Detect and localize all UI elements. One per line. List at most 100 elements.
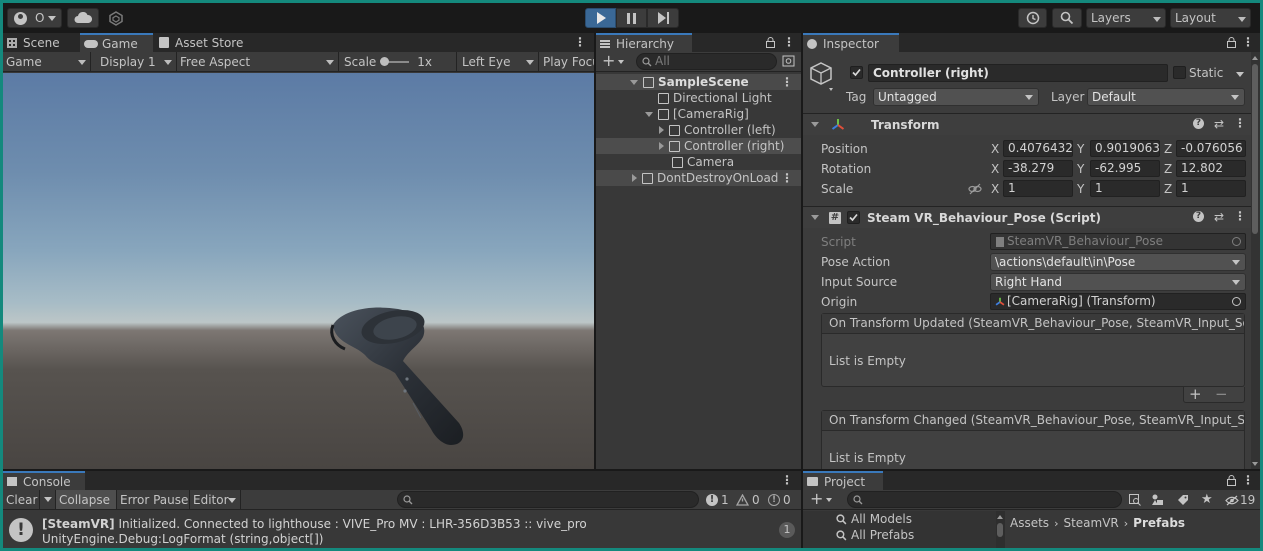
tab-game[interactable]: Game <box>80 33 153 52</box>
inspector-scroll-thumb[interactable] <box>1252 64 1258 234</box>
step-button[interactable] <box>647 8 679 28</box>
position-x-field[interactable]: 0.4076432 <box>1003 140 1073 157</box>
create-dropdown[interactable]: + <box>602 53 628 70</box>
hierarchy-search-input[interactable]: All <box>636 53 777 70</box>
remove-event-button[interactable]: − <box>1215 385 1228 403</box>
editor-dropdown[interactable]: Editor <box>190 490 241 509</box>
tab-inspector[interactable]: Inspector <box>803 33 899 52</box>
tree-item-all-prefabs[interactable]: All Prefabs <box>803 527 1005 543</box>
object-picker-icon[interactable] <box>1232 297 1241 306</box>
search-button[interactable] <box>1052 8 1082 28</box>
fold-arrow-icon[interactable] <box>811 215 819 220</box>
breadcrumb-assets[interactable]: Assets <box>1010 516 1049 530</box>
play-button[interactable] <box>585 8 616 28</box>
scale-slider-handle[interactable] <box>380 56 390 66</box>
console-log-entry[interactable]: ! [SteamVR] Initialized. Connected to li… <box>3 511 801 548</box>
expand-arrow-icon[interactable] <box>630 79 638 85</box>
scroll-up-icon[interactable] <box>1252 56 1258 60</box>
position-z-field[interactable]: -0.076056 <box>1176 140 1246 157</box>
tab-project[interactable]: Project <box>803 471 883 490</box>
inspector-scrollbar[interactable] <box>1251 52 1260 469</box>
active-checkbox[interactable] <box>850 66 863 79</box>
display-mode-dropdown[interactable]: Game <box>3 52 91 71</box>
tab-scene[interactable]: Scene <box>3 33 80 52</box>
pose-action-dropdown[interactable]: \actions\default\in\Pose <box>990 253 1246 271</box>
layers-dropdown[interactable]: Layers <box>1086 8 1166 28</box>
scroll-down-icon[interactable] <box>1252 462 1258 466</box>
hierarchy-item-controller-right[interactable]: Controller (right) <box>596 138 801 154</box>
filter-by-type-icon[interactable] <box>1151 494 1164 509</box>
error-filter-toggle[interactable]: ! 0 <box>765 490 801 509</box>
pose-script-header[interactable]: # Steam VR_Behaviour_Pose (Script) ? ⇄ ⋮ <box>803 206 1252 228</box>
item-menu-icon[interactable]: ⋮ <box>781 75 793 89</box>
static-checkbox[interactable] <box>1173 66 1186 79</box>
display-dropdown[interactable]: Display 1 <box>97 52 177 71</box>
help-icon[interactable]: ? <box>1193 118 1204 129</box>
tab-console[interactable]: Console <box>3 471 85 490</box>
panel-menu-icon[interactable]: ⋮ <box>574 35 586 49</box>
constrain-proportions-icon[interactable] <box>968 183 982 195</box>
inspector-menu-icon[interactable]: ⋮ <box>1242 35 1254 49</box>
add-event-button[interactable]: + <box>1189 385 1202 403</box>
scale-z-field[interactable]: 1 <box>1176 180 1246 197</box>
error-pause-toggle[interactable]: Error Pause <box>117 490 190 509</box>
static-dropdown-icon[interactable] <box>1236 72 1244 77</box>
hierarchy-menu-icon[interactable]: ⋮ <box>783 35 795 49</box>
hierarchy-item-camerarig[interactable]: [CameraRig] <box>596 106 801 122</box>
game-viewport[interactable] <box>3 73 594 469</box>
info-filter-toggle[interactable]: ! 1 <box>703 490 733 509</box>
clear-button[interactable]: Clear <box>3 490 40 509</box>
project-tree-scroll-thumb[interactable] <box>997 523 1003 537</box>
scale-x-field[interactable]: 1 <box>1003 180 1073 197</box>
component-menu-icon[interactable]: ⋮ <box>1234 116 1246 130</box>
play-focused-dropdown[interactable]: Play Focu <box>540 52 594 71</box>
lock-icon[interactable] <box>1227 475 1236 489</box>
scale-y-field[interactable]: 1 <box>1090 180 1160 197</box>
item-menu-icon[interactable]: ⋮ <box>781 171 793 185</box>
fold-arrow-icon[interactable] <box>811 122 819 127</box>
lock-icon[interactable] <box>766 37 775 51</box>
object-name-field[interactable]: Controller (right) <box>868 64 1168 82</box>
hierarchy-item-directional-light[interactable]: Directional Light <box>596 90 801 106</box>
filter-by-label-icon[interactable] <box>1177 494 1189 509</box>
presets-icon[interactable]: ⇄ <box>1214 117 1224 131</box>
hierarchy-item-camera[interactable]: Camera <box>596 154 801 170</box>
project-search-input[interactable] <box>847 491 1122 508</box>
layout-dropdown[interactable]: Layout <box>1170 8 1251 28</box>
warning-filter-toggle[interactable]: 0 <box>733 490 765 509</box>
hidden-packages-toggle[interactable]: 19 <box>1225 493 1255 507</box>
component-menu-icon[interactable]: ⋮ <box>1234 209 1246 223</box>
account-dropdown[interactable]: O <box>7 8 62 28</box>
collab-icon[interactable] <box>109 11 123 29</box>
origin-field[interactable]: [CameraRig] (Transform) <box>990 293 1246 310</box>
search-by-type-icon[interactable] <box>1129 494 1141 509</box>
scroll-up-icon[interactable] <box>997 515 1003 519</box>
scale-slider[interactable] <box>380 56 410 66</box>
gameobject-large-icon[interactable] <box>809 61 839 98</box>
rotation-z-field[interactable]: 12.802 <box>1176 160 1246 177</box>
rotation-x-field[interactable]: -38.279 <box>1003 160 1073 177</box>
eye-dropdown[interactable]: Left Eye <box>459 52 539 71</box>
history-button[interactable] <box>1018 8 1047 28</box>
project-tree-scrollbar[interactable] <box>996 511 1005 548</box>
collapse-toggle[interactable]: Collapse <box>56 490 117 509</box>
transform-header[interactable]: Transform ? ⇄ ⋮ <box>803 113 1252 135</box>
lock-icon[interactable] <box>1227 37 1236 51</box>
hierarchy-item-controller-left[interactable]: Controller (left) <box>596 122 801 138</box>
expand-arrow-icon[interactable] <box>645 111 653 117</box>
hierarchy-item-dontdestroyonload[interactable]: DontDestroyOnLoad ⋮ <box>596 170 801 186</box>
console-search-input[interactable] <box>397 491 699 508</box>
cloud-button[interactable] <box>67 8 99 28</box>
aspect-dropdown[interactable]: Free Aspect <box>177 52 339 71</box>
tab-asset-store[interactable]: Asset Store <box>155 33 255 52</box>
tab-hierarchy[interactable]: Hierarchy <box>596 33 692 52</box>
layer-dropdown[interactable]: Default <box>1087 88 1245 106</box>
collapse-arrow-icon[interactable] <box>659 142 664 150</box>
position-y-field[interactable]: 0.9019063 <box>1090 140 1160 157</box>
console-menu-icon[interactable]: ⋮ <box>781 473 793 487</box>
project-menu-icon[interactable]: ⋮ <box>1242 473 1254 487</box>
collapse-arrow-icon[interactable] <box>659 126 664 134</box>
rotation-y-field[interactable]: -62.995 <box>1090 160 1160 177</box>
clear-options-dropdown[interactable] <box>40 490 56 509</box>
tree-item-all-models[interactable]: All Models <box>803 511 1005 527</box>
